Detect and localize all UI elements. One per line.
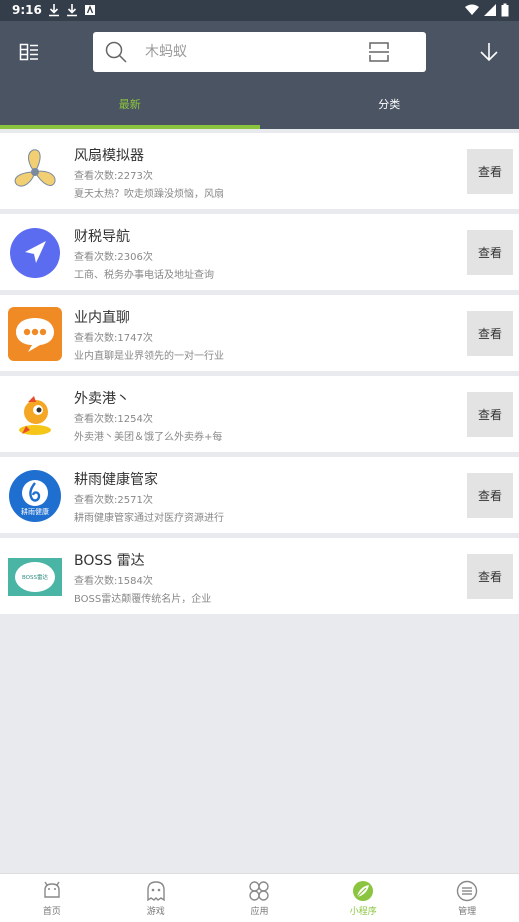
menu-icon[interactable]	[18, 41, 40, 63]
nav-mini-programs[interactable]: 小程序	[311, 874, 415, 922]
tab-category[interactable]: 分类	[260, 87, 519, 129]
view-button[interactable]: 查看	[467, 149, 513, 194]
item-views: 查看次数:1254次	[74, 414, 153, 425]
item-title: 外卖港丶	[74, 391, 130, 407]
status-bar: 9:16	[0, 0, 519, 21]
signal-icon	[484, 4, 496, 16]
battery-icon	[501, 3, 509, 17]
nav-label: 游戏	[146, 907, 165, 917]
bottom-nav: 首页 游戏 应用 小程序 管理	[0, 873, 519, 922]
list-item[interactable]: 业内直聊 查看次数:1747次 业内直聊是业界领先的一对一行业 查看	[0, 295, 519, 371]
navigation-icon	[10, 228, 60, 278]
search-icon	[105, 41, 127, 63]
nav-apps[interactable]: 应用	[208, 874, 312, 922]
wifi-icon	[465, 4, 479, 15]
item-description: BOSS雷达颠覆传统名片，企业	[74, 594, 212, 605]
item-views: 查看次数:1747次	[74, 333, 153, 344]
item-description: 夏天太热？吹走烦躁没烦恼，风扇	[74, 189, 224, 200]
item-title: BOSS 雷达	[74, 553, 145, 569]
nav-home[interactable]: 首页	[0, 874, 104, 922]
mini-program-list: 风扇模拟器 查看次数:2273次 夏天太热？吹走烦躁没烦恼，风扇 查看 财税导航…	[0, 133, 519, 619]
item-views: 查看次数:2571次	[74, 495, 153, 506]
android-icon	[44, 881, 60, 898]
view-button[interactable]: 查看	[467, 311, 513, 356]
item-views: 查看次数:1584次	[74, 576, 153, 587]
list-item[interactable]: 耕雨健康 耕雨健康管家 查看次数:2571次 耕雨健康管家通过对医疗资源进行 查…	[0, 457, 519, 533]
item-description: 外卖港丶美团＆饿了么外卖券+每	[74, 432, 223, 443]
nav-manage[interactable]: 管理	[415, 874, 519, 922]
leaf-icon	[353, 881, 374, 901]
item-title: 业内直聊	[74, 310, 130, 326]
boss-radar-icon: BOSS雷达	[8, 558, 62, 596]
status-time: 9:16	[12, 3, 42, 17]
download-notification-icon	[49, 4, 59, 17]
item-views: 查看次数:2273次	[74, 171, 153, 182]
scan-icon[interactable]	[368, 41, 390, 63]
ghost-icon	[146, 881, 165, 902]
item-title: 耕雨健康管家	[74, 472, 158, 488]
nav-label: 管理	[458, 907, 477, 917]
nav-label: 首页	[42, 907, 61, 917]
header: 最新 分类	[0, 21, 519, 129]
item-views: 查看次数:2306次	[74, 252, 153, 263]
boss-logo-text: BOSS雷达	[22, 573, 48, 581]
health-logo-text: 耕雨健康	[21, 507, 49, 516]
app-notification-icon	[85, 5, 95, 15]
list-item[interactable]: 财税导航 查看次数:2306次 工商、税务办事电话及地址查询 查看	[0, 214, 519, 290]
list-item[interactable]: 外卖港丶 查看次数:1254次 外卖港丶美团＆饿了么外卖券+每 查看	[0, 376, 519, 452]
rocket-icon	[19, 396, 51, 435]
item-description: 耕雨健康管家通过对医疗资源进行	[74, 513, 224, 524]
view-button[interactable]: 查看	[467, 554, 513, 599]
fan-icon	[14, 149, 56, 187]
download-icon[interactable]	[478, 41, 500, 63]
manage-icon	[456, 880, 478, 902]
search-input[interactable]	[145, 41, 345, 63]
list-item[interactable]: BOSS雷达 BOSS 雷达 查看次数:1584次 BOSS雷达颠覆传统名片，企…	[0, 538, 519, 614]
view-button[interactable]: 查看	[467, 392, 513, 437]
tab-bar: 最新 分类	[0, 87, 519, 129]
notification-icons	[48, 3, 96, 17]
view-button[interactable]: 查看	[467, 230, 513, 275]
item-description: 业内直聊是业界领先的一对一行业	[74, 351, 224, 362]
view-button[interactable]: 查看	[467, 473, 513, 518]
nav-games[interactable]: 游戏	[104, 874, 208, 922]
search-bar[interactable]	[93, 32, 426, 72]
download-notification-icon	[67, 4, 77, 17]
nav-label: 小程序	[349, 907, 377, 917]
tab-latest[interactable]: 最新	[0, 87, 260, 129]
health-icon: 耕雨健康	[9, 470, 61, 522]
apps-icon	[249, 881, 270, 901]
item-title: 风扇模拟器	[74, 148, 144, 164]
item-title: 财税导航	[74, 229, 130, 245]
item-description: 工商、税务办事电话及地址查询	[74, 270, 214, 281]
nav-label: 应用	[250, 907, 269, 917]
list-item[interactable]: 风扇模拟器 查看次数:2273次 夏天太热？吹走烦躁没烦恼，风扇 查看	[0, 133, 519, 209]
chat-icon	[8, 307, 62, 361]
system-icons	[465, 3, 509, 17]
